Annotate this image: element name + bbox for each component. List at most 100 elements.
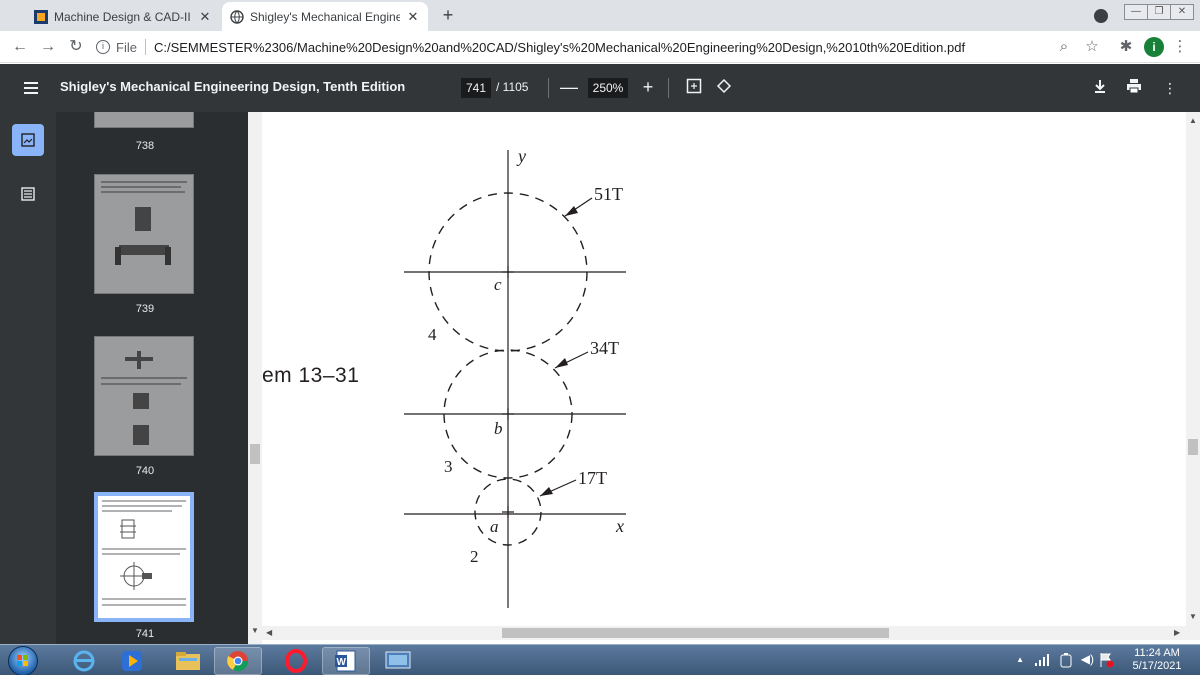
close-tab-icon[interactable]: ✕: [198, 9, 212, 25]
forward-button[interactable]: →: [38, 37, 58, 57]
new-tab-button[interactable]: +: [438, 5, 458, 25]
page-total: / 1105: [496, 80, 529, 94]
gear-b-teeth-label: 34T: [590, 338, 619, 358]
moodle-icon: [34, 9, 48, 24]
info-icon[interactable]: i: [96, 40, 110, 54]
browser-toolbar: ← → ↻ i File C:/SEMMESTER%2306/Machine%2…: [0, 31, 1200, 63]
gear-a-teeth-label: 17T: [578, 468, 607, 488]
close-tab-icon[interactable]: ✕: [406, 9, 420, 25]
gear-c-teeth-label: 51T: [594, 184, 623, 204]
page-thumbnail-740[interactable]: [94, 336, 194, 456]
zoom-icon[interactable]: ⌕: [1054, 37, 1074, 57]
more-options-icon[interactable]: ⋮: [1160, 78, 1180, 98]
back-button[interactable]: ←: [10, 37, 30, 57]
print-icon[interactable]: [1124, 78, 1144, 98]
thumbnail-page-number: 738: [135, 140, 155, 152]
media-player-icon[interactable]: [108, 647, 156, 675]
download-icon[interactable]: [1090, 78, 1110, 98]
gear-b-shaft-label: 3: [444, 457, 453, 476]
page-preview-icon: [101, 351, 187, 445]
divider: [144, 39, 146, 55]
center-mark-icon: [502, 506, 514, 518]
clock-date: 5/17/2021: [1132, 660, 1182, 672]
profile-avatar[interactable]: i: [1144, 37, 1164, 57]
menu-icon[interactable]: [22, 79, 40, 97]
chrome-menu-icon[interactable]: ⋮: [1170, 37, 1190, 57]
scroll-right-arrow-icon[interactable]: ▶: [1174, 628, 1180, 637]
battery-icon[interactable]: [1060, 653, 1072, 668]
scrollbar-thumb[interactable]: [250, 444, 260, 464]
scroll-left-arrow-icon[interactable]: ◀: [266, 628, 272, 637]
signal-strength-icon[interactable]: [1034, 653, 1050, 667]
page-thumbnail-741[interactable]: [94, 492, 194, 622]
windows-logo-icon: [17, 655, 28, 666]
globe-icon: [230, 9, 244, 24]
document-title: Shigley's Mechanical Engineering Design,…: [60, 79, 406, 94]
show-hidden-icons-icon[interactable]: ▲: [1016, 655, 1024, 664]
minimize-button[interactable]: —: [1124, 4, 1148, 20]
fit-to-page-icon[interactable]: [684, 78, 704, 98]
gear-c-shaft-label: 4: [428, 325, 437, 344]
scroll-up-arrow-icon[interactable]: ▲: [1189, 116, 1197, 125]
scheme-label: File: [116, 39, 137, 55]
extensions-icon[interactable]: ✱: [1116, 37, 1136, 57]
tab-label: Machine Design & CAD-II (Engr.M: [54, 9, 192, 24]
thumbnail-page-number: 740: [135, 465, 155, 477]
pdf-page-view[interactable]: em 13–31 y c 51T 4 b 34T 3 a 17T 2 x: [262, 112, 1186, 626]
word-icon[interactable]: W: [322, 647, 370, 675]
reload-button[interactable]: ↻: [66, 37, 86, 57]
window-controls: — ❐ ✕: [1124, 4, 1194, 20]
tab-shigleys[interactable]: Shigley's Mechanical Engineering ✕: [222, 2, 428, 31]
arrowhead-icon: [555, 358, 568, 368]
center-mark-icon: [502, 408, 514, 420]
x-axis-label: x: [615, 516, 624, 536]
scrollbar-thumb[interactable]: [502, 628, 889, 638]
gear-a-shaft-label: 2: [470, 547, 479, 566]
page-number-input[interactable]: 741: [461, 78, 491, 98]
gear-a-center-label: a: [490, 517, 499, 536]
pdf-toolbar: Shigley's Mechanical Engineering Design,…: [0, 64, 1200, 112]
outline-icon[interactable]: [12, 178, 44, 210]
action-center-flag-icon[interactable]: [1098, 652, 1114, 668]
clock-time: 11:24 AM: [1134, 647, 1180, 659]
thumbnail-page-number: 741: [135, 628, 155, 640]
tab-strip: Machine Design & CAD-II (Engr.M ✕ Shigle…: [0, 0, 1200, 31]
internet-explorer-icon[interactable]: [60, 647, 108, 675]
windows-taskbar: W ▲ ◀) 11:24 AM 5/17/2021: [0, 644, 1200, 675]
tab-search-icon[interactable]: [1094, 9, 1108, 23]
page-thumbnail-737[interactable]: [94, 112, 194, 128]
maximize-button[interactable]: ❐: [1147, 4, 1171, 20]
zoom-level-input[interactable]: 250%: [588, 78, 628, 98]
divider: [668, 78, 669, 98]
chrome-icon[interactable]: [214, 647, 262, 675]
thumbnail-panel: 738 739 740 741: [56, 112, 248, 644]
rotate-icon[interactable]: [714, 78, 734, 98]
opera-icon[interactable]: [272, 647, 320, 675]
tab-machine-design[interactable]: Machine Design & CAD-II (Engr.M ✕: [26, 2, 220, 31]
display-app-icon[interactable]: [374, 647, 422, 675]
start-button[interactable]: [8, 646, 38, 675]
divider: [548, 78, 549, 98]
thumbnails-icon[interactable]: [12, 124, 44, 156]
bookmark-star-icon[interactable]: ☆: [1082, 37, 1102, 57]
scroll-down-arrow-icon[interactable]: ▼: [1189, 612, 1197, 621]
volume-icon[interactable]: ◀): [1081, 652, 1094, 666]
thumbnail-scrollbar[interactable]: ▼: [248, 112, 262, 644]
page-thumbnail-739[interactable]: [94, 174, 194, 294]
gear-b-center-label: b: [494, 419, 503, 438]
arrowhead-icon: [540, 487, 553, 496]
url-text: C:/SEMMESTER%2306/Machine%20Design%20and…: [153, 39, 966, 55]
system-clock[interactable]: 11:24 AM 5/17/2021: [1122, 647, 1192, 673]
close-window-button[interactable]: ✕: [1170, 4, 1194, 20]
page-vertical-scrollbar[interactable]: ▲ ▼: [1186, 112, 1200, 626]
thumbnail-page-number: 739: [135, 303, 155, 315]
gear-c-center-label: c: [494, 275, 502, 294]
zoom-in-button[interactable]: +: [640, 77, 656, 97]
tab-label: Shigley's Mechanical Engineering: [250, 9, 400, 24]
scroll-down-arrow-icon[interactable]: ▼: [251, 626, 259, 635]
file-explorer-icon[interactable]: [164, 647, 212, 675]
scrollbar-thumb[interactable]: [1188, 439, 1198, 455]
zoom-out-button[interactable]: —: [560, 77, 578, 97]
address-bar[interactable]: i File C:/SEMMESTER%2306/Machine%20Desig…: [96, 35, 1086, 59]
page-horizontal-scrollbar[interactable]: ◀ ▶: [262, 626, 1200, 640]
